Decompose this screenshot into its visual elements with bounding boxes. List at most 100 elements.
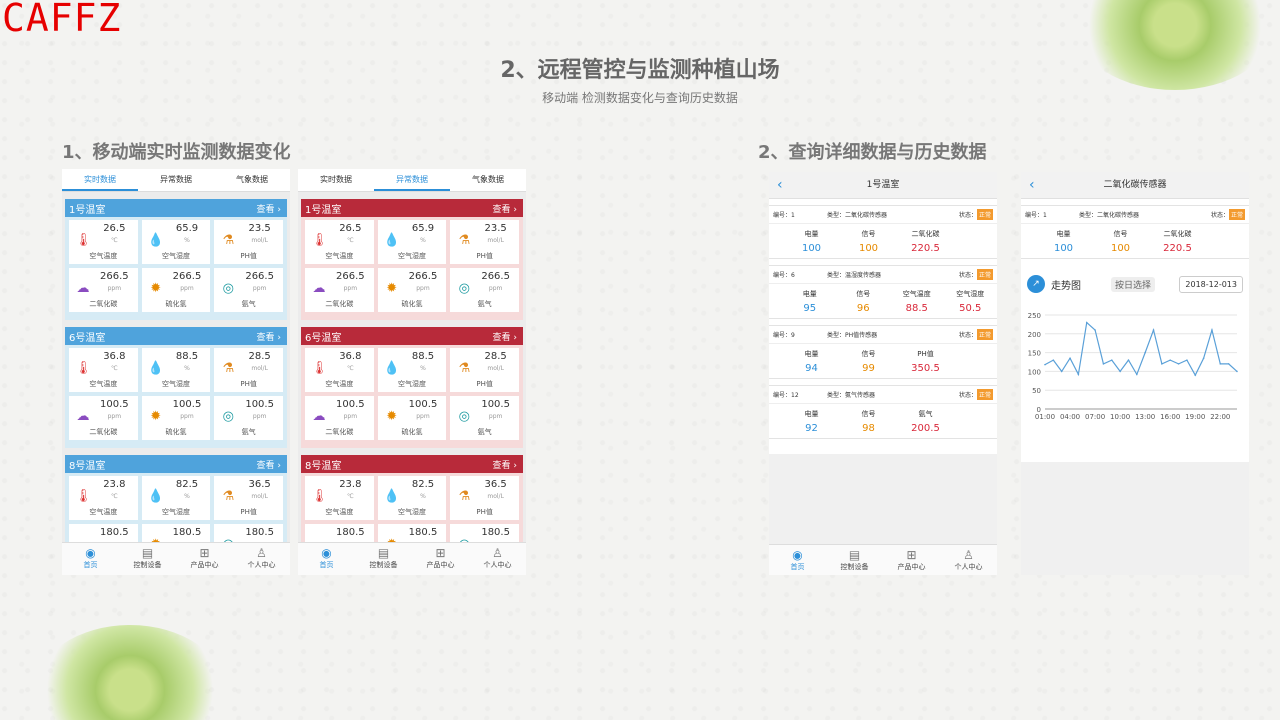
metric-cell: ☁ 100.5 ppm 二氧化碳 <box>69 396 138 440</box>
profile-icon: ♙ <box>256 546 267 560</box>
device-value-item: 信号 96 <box>837 289 891 314</box>
value-number: 100 <box>801 243 822 254</box>
greenhouse-header[interactable]: 1号温室 查看 › <box>301 199 523 217</box>
tab-weather[interactable]: 气象数据 <box>214 169 290 191</box>
date-picker-button[interactable]: 按日选择 <box>1111 276 1156 292</box>
greenhouse-header[interactable]: 6号温室 查看 › <box>65 327 287 345</box>
nav-control-device[interactable]: ▤ 控制设备 <box>826 545 883 575</box>
view-more-link[interactable]: 查看 › <box>257 202 281 215</box>
bottom-nav: ◉ 首页 ▤ 控制设备 ⊞ 产品中心 ♙ 个人中心 <box>769 544 997 575</box>
co2-icon: ☁ <box>312 409 326 424</box>
device-number: 编号：9 <box>773 332 795 339</box>
view-more-link[interactable]: 查看 › <box>257 330 281 343</box>
product-center-icon: ⊞ <box>435 546 446 560</box>
metric-unit: % <box>420 237 426 244</box>
tab-realtime[interactable]: 实时数据 <box>62 169 138 191</box>
greenhouse-header[interactable]: 8号温室 查看 › <box>301 455 523 473</box>
view-more-link[interactable]: 查看 › <box>493 202 517 215</box>
metric-label: 氨气 <box>241 300 256 308</box>
data-point <box>1069 357 1071 360</box>
greenhouse-header[interactable]: 8号温室 查看 › <box>65 455 287 473</box>
view-more-link[interactable]: 查看 › <box>257 458 281 471</box>
metric-unit: ppm <box>343 285 358 292</box>
device-info-row: 编号：1 类型：二氧化碳传感器 状态： 正常 <box>1021 206 1249 224</box>
metric-label: 硫化氢 <box>165 428 187 436</box>
metric-value: 180.5 <box>100 527 129 538</box>
tab-abnormal[interactable]: 异常数据 <box>374 169 450 191</box>
device-number: 编号：12 <box>773 392 799 399</box>
value-label: 电量 <box>802 290 817 298</box>
metric-value: 100.5 <box>408 399 438 410</box>
metric-unit: % <box>184 493 190 500</box>
metric-value: 100.5 <box>100 399 129 410</box>
tab-realtime[interactable]: 实时数据 <box>298 169 374 191</box>
metric-cell: ⚗ 23.5 mol/L PH值 <box>214 220 283 264</box>
device-type: 类型：二氧化碳传感器 <box>1079 212 1140 219</box>
device-number: 编号：1 <box>773 212 795 219</box>
metric-value: 180.5 <box>245 527 274 538</box>
nav-control-device[interactable]: ▤ 控制设备 <box>355 543 412 575</box>
nav-home[interactable]: ◉ 首页 <box>62 543 119 575</box>
device-state-label: 状态： <box>958 272 977 279</box>
nav-home[interactable]: ◉ 首页 <box>298 543 355 575</box>
data-point <box>1169 359 1172 361</box>
tab-abnormal[interactable]: 异常数据 <box>138 169 214 191</box>
metric-value: 23.8 <box>103 479 126 490</box>
metric-label: PH值 <box>476 252 493 260</box>
metric-cell: ☁ 266.5 ppm 二氧化碳 <box>69 268 138 312</box>
data-point <box>1194 374 1197 376</box>
metric-cell: 💧 88.5% 空气湿度 <box>377 348 447 392</box>
profile-icon: ♙ <box>492 546 503 560</box>
date-field[interactable]: 2018-12-013 <box>1179 275 1243 293</box>
greenhouse-header[interactable]: 6号温室 查看 › <box>301 327 523 345</box>
nav-product-center[interactable]: ⊞ 产品中心 <box>412 543 469 575</box>
view-more-link[interactable]: 查看 › <box>493 330 517 343</box>
greenhouse-header[interactable]: 1号温室 查看 › <box>65 199 287 217</box>
nav-product-center[interactable]: ⊞ 产品中心 <box>883 545 940 575</box>
trend-chart: 05010015020025001:00 04:00 07:00 10:00 13:00… <box>1028 312 1238 421</box>
value-label: PH值 <box>917 350 934 358</box>
view-more-link[interactable]: 查看 › <box>493 458 517 471</box>
nav-home[interactable]: ◉ 首页 <box>769 545 826 575</box>
device-value-item: 信号 99 <box>840 349 897 374</box>
metric-cell: 🌡 26.5 ℃ 空气温度 <box>305 220 374 264</box>
phone-greenhouse-detail: ‹ 1号温室 编号：1 类型：二氧化碳传感器 状态： 正常 电量 100 信号 100 二氧化碳 22… <box>769 172 997 575</box>
tab-weather[interactable]: 气象数据 <box>450 169 526 191</box>
data-point <box>1060 370 1063 373</box>
metric-label: 空气湿度 <box>161 252 190 260</box>
metric-value: 266.5 <box>336 271 365 282</box>
nav-product-center[interactable]: ⊞ 产品中心 <box>176 543 233 575</box>
value-label: 电量 <box>804 350 819 358</box>
greenhouse-name: 1号温室 <box>305 204 342 216</box>
product-center-icon: ⊞ <box>906 548 917 562</box>
value-number: 94 <box>805 363 818 374</box>
nav-profile[interactable]: ♙ 个人中心 <box>233 543 290 575</box>
thermometer-icon: 🌡 <box>75 233 92 248</box>
value-number: 96 <box>856 303 870 314</box>
section-title-realtime: 1、移动端实时监测数据变化 <box>62 142 291 163</box>
metric-cell: ✹180.5ppm硫化氢 <box>141 524 211 542</box>
back-icon[interactable]: ‹ <box>1029 172 1035 199</box>
metric-cell: ✹ 266.5 ppm 硫化氢 <box>141 268 211 312</box>
data-point <box>1085 321 1088 324</box>
x-tick-label: 22:00 <box>1210 413 1230 421</box>
back-icon[interactable]: ‹ <box>777 172 783 199</box>
greenhouse-name: 1号温室 <box>69 204 106 216</box>
home-icon: ◉ <box>321 546 332 560</box>
nav-control-device[interactable]: ▤ 控制设备 <box>119 543 176 575</box>
value-number: 350.5 <box>911 363 940 374</box>
device-card: 编号：12 类型：氨气传感器 状态： 正常 电量 92 信号 98 氨气 200.5 <box>769 385 997 439</box>
trend-panel: ↗ 走势图 按日选择 2018-12-013 0 50 100 150 200 250 01:00 0… <box>1021 265 1249 453</box>
status-badge: 正常 <box>1228 209 1245 220</box>
data-point <box>1227 363 1230 365</box>
nav-profile[interactable]: ♙ 个人中心 <box>940 545 997 575</box>
x-tick-label: 13:00 <box>1135 413 1155 421</box>
nav-profile[interactable]: ♙ 个人中心 <box>469 543 526 575</box>
metric-cell: ◎180.5ppm氨气 <box>450 524 519 542</box>
trend-icon: ↗ <box>1027 275 1045 293</box>
metric-value: 266.5 <box>408 271 438 282</box>
greenhouse-card: 8号温室 查看 › 🌡 23.8 ℃ 空气温度 💧 82.5% 空气湿度 ⚗ 36.5 mol/L PH… <box>65 455 287 542</box>
greenhouse-card: 1号温室 查看 › 🌡 26.5 ℃ 空气温度 💧 65.9% 空气湿度 ⚗ 23.5 mol/L PH… <box>301 199 523 320</box>
device-value-item: PH值 350.5 <box>897 349 954 374</box>
greenhouse-card: 1号温室 查看 › 🌡 26.5 ℃ 空气温度 💧 65.9% 空气湿度 ⚗ 23.5 mol/L PH… <box>65 199 287 320</box>
